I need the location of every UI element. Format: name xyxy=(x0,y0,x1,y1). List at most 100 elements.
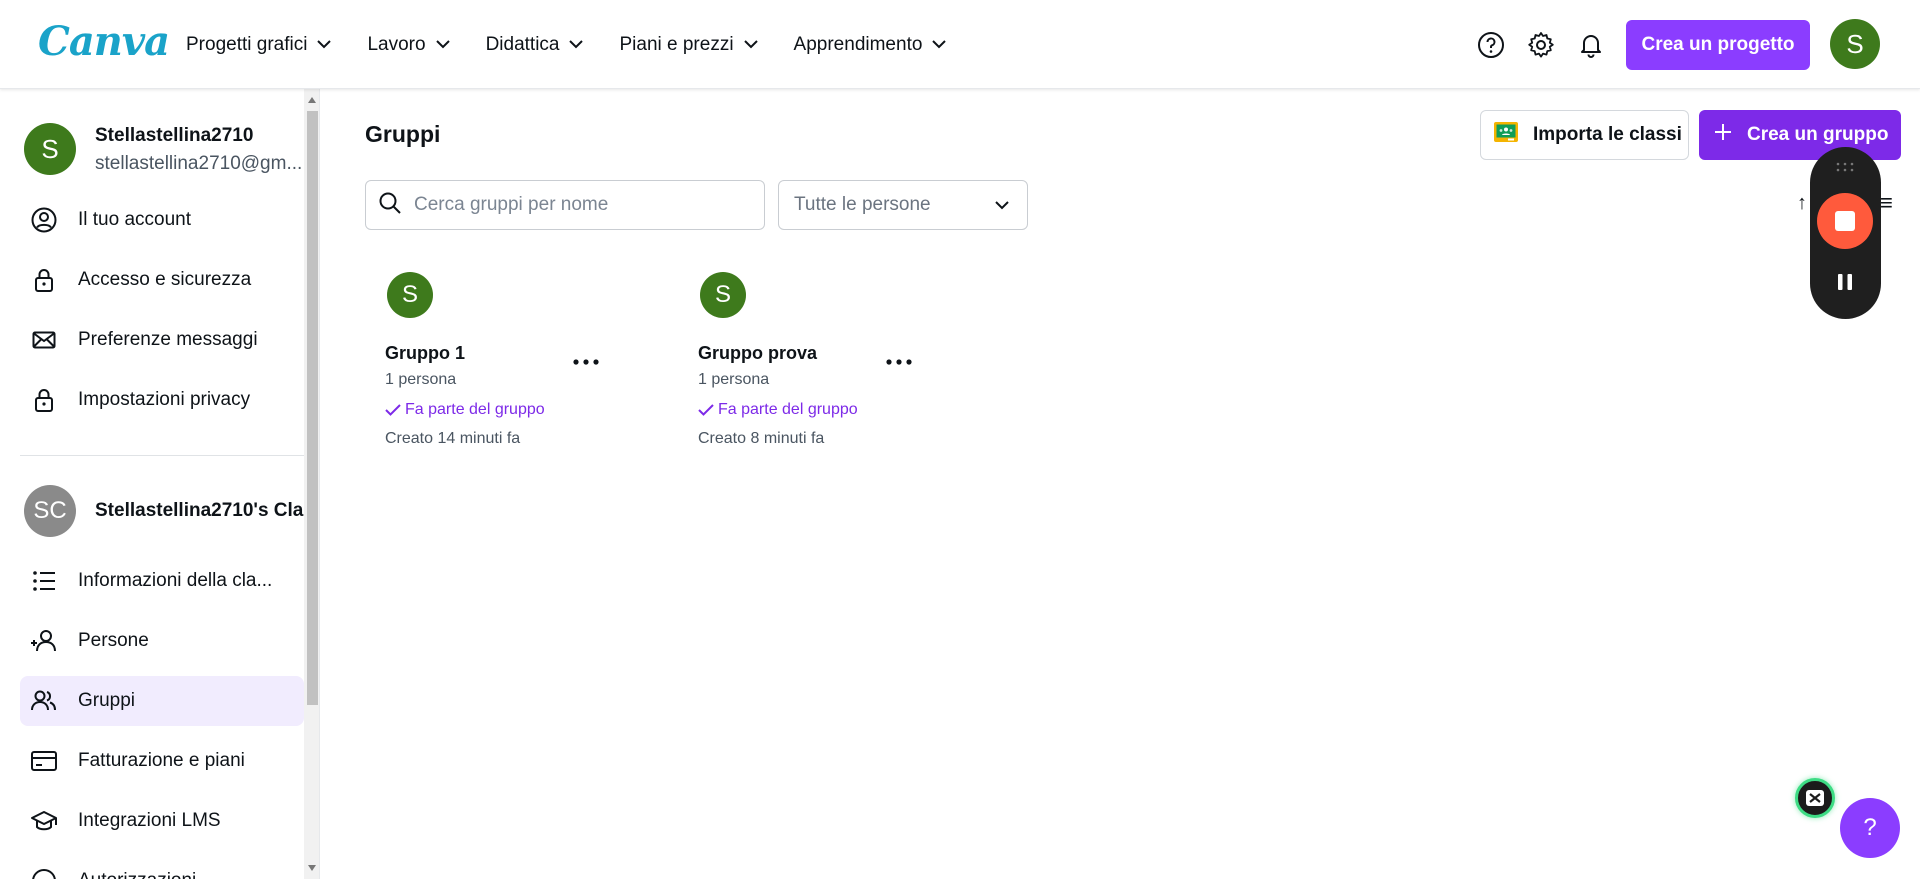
list-icon xyxy=(30,567,58,595)
group-name[interactable]: Gruppo 1 xyxy=(385,343,465,364)
nav-label: Progetti grafici xyxy=(186,33,308,55)
group-created-time: Creato 8 minuti fa xyxy=(698,430,825,447)
group-card[interactable]: S Gruppo 1 1 persona Fa parte del gruppo… xyxy=(365,272,615,462)
sidebar-item-account[interactable]: Il tuo account xyxy=(20,195,304,245)
sidebar-item-label: Fatturazione e piani xyxy=(78,750,245,771)
bell-icon[interactable] xyxy=(1576,30,1606,60)
sidebar-team: SC Stellastellina2710's Cla... xyxy=(24,485,319,537)
chevron-down-icon xyxy=(995,200,1009,209)
key-icon xyxy=(30,867,58,879)
user-name: Stellastellina2710 xyxy=(95,125,254,146)
list-view-icon[interactable]: ≡ xyxy=(1880,190,1893,216)
gear-icon[interactable] xyxy=(1526,30,1556,60)
stop-recording-button[interactable] xyxy=(1817,193,1873,249)
group-name[interactable]: Gruppo prova xyxy=(698,343,817,364)
more-options-icon[interactable] xyxy=(571,352,601,372)
chevron-down-icon xyxy=(317,40,332,49)
sidebar-item-billing[interactable]: Fatturazione e piani xyxy=(20,736,304,786)
sidebar-item-label: Accesso e sicurezza xyxy=(78,269,252,290)
sidebar-item-label: Gruppi xyxy=(78,690,136,711)
create-project-button[interactable]: Crea un progetto xyxy=(1626,20,1810,70)
screen-recorder-widget xyxy=(1810,147,1881,319)
user-email: stellastellina2710@gm... xyxy=(95,153,303,174)
extension-button[interactable] xyxy=(1795,778,1835,818)
google-classroom-icon xyxy=(1493,121,1519,149)
nav-apprendimento[interactable]: Apprendimento xyxy=(794,34,947,56)
chevron-down-icon xyxy=(569,40,584,49)
sidebar-item-people[interactable]: Persone xyxy=(20,616,304,666)
import-classes-label: Importa le classi xyxy=(1533,124,1682,145)
chevron-down-icon xyxy=(743,40,758,49)
group-created-time: Creato 14 minuti fa xyxy=(385,430,521,447)
pause-icon[interactable] xyxy=(1837,273,1853,296)
people-filter-select[interactable]: Tutte le persone xyxy=(778,180,1028,230)
sidebar-user: S Stellastellina2710 stellastellina2710@… xyxy=(24,123,304,179)
team-name: Stellastellina2710's Cla... xyxy=(95,500,320,521)
checkmark-icon xyxy=(385,404,401,416)
sidebar-item-groups[interactable]: Gruppi xyxy=(20,676,304,726)
graduation-cap-icon xyxy=(30,807,58,835)
sidebar-item-security[interactable]: Accesso e sicurezza xyxy=(20,255,304,305)
nav-lavoro[interactable]: Lavoro xyxy=(367,34,450,56)
sidebar-scrollbar[interactable] xyxy=(304,89,319,879)
sidebar-item-label: Preferenze messaggi xyxy=(78,329,258,350)
nav-didattica[interactable]: Didattica xyxy=(486,34,584,56)
drag-handle-icon[interactable] xyxy=(1836,159,1854,177)
envelope-icon xyxy=(30,326,58,354)
nav-piani-e-prezzi[interactable]: Piani e prezzi xyxy=(619,33,758,56)
sidebar-item-label: Informazioni della cla... xyxy=(78,570,273,591)
canva-logo[interactable]: Canva xyxy=(38,18,170,65)
sidebar-item-permissions[interactable]: Autorizzazioni xyxy=(20,856,304,879)
more-options-icon[interactable] xyxy=(884,352,914,372)
stop-icon xyxy=(1835,211,1855,231)
help-button[interactable]: ? xyxy=(1840,798,1900,858)
help-circle-icon[interactable] xyxy=(1476,30,1506,60)
create-group-label: Crea un gruppo xyxy=(1747,124,1889,145)
main-nav: Progetti grafici Lavoro Didattica Piani … xyxy=(186,0,982,89)
nav-label: Apprendimento xyxy=(793,33,923,55)
add-person-icon xyxy=(30,627,58,655)
nav-label: Piani e prezzi xyxy=(619,33,734,55)
sidebar-item-label: Il tuo account xyxy=(78,209,192,230)
filter-selected-value: Tutte le persone xyxy=(794,194,931,215)
chevron-down-icon xyxy=(932,40,947,49)
sidebar-item-label: Integrazioni LMS xyxy=(78,810,221,831)
top-bar: Canva Progetti grafici Lavoro Didattica … xyxy=(0,0,1920,89)
sidebar-item-privacy[interactable]: Impostazioni privacy xyxy=(20,375,304,425)
team-avatar: SC xyxy=(24,485,76,537)
sidebar-item-label: Persone xyxy=(78,630,149,651)
user-circle-icon xyxy=(30,206,58,234)
sidebar-item-class-info[interactable]: Informazioni della cla... xyxy=(20,556,304,606)
membership-label: Fa parte del gruppo xyxy=(718,401,858,418)
scroll-thumb[interactable] xyxy=(307,111,318,705)
lock-icon xyxy=(30,386,58,414)
group-avatar: S xyxy=(387,272,433,318)
create-group-button[interactable]: Crea un gruppo xyxy=(1699,110,1901,160)
search-icon xyxy=(378,191,402,220)
checkmark-icon xyxy=(698,404,714,416)
sort-icon[interactable]: ↑ xyxy=(1797,192,1807,215)
chevron-down-icon xyxy=(435,40,450,49)
nav-progetti-grafici[interactable]: Progetti grafici xyxy=(186,33,332,56)
sidebar-item-lms[interactable]: Integrazioni LMS xyxy=(20,796,304,846)
search-field[interactable] xyxy=(365,180,765,230)
membership-label: Fa parte del gruppo xyxy=(405,401,545,418)
people-icon xyxy=(30,687,58,715)
lock-icon xyxy=(30,266,58,294)
sidebar-item-label: Autorizzazioni xyxy=(78,870,196,879)
group-avatar: S xyxy=(700,272,746,318)
sidebar: S Stellastellina2710 stellastellina2710@… xyxy=(0,89,320,879)
scroll-up-arrow[interactable] xyxy=(308,97,316,103)
search-input[interactable] xyxy=(414,194,734,216)
group-card[interactable]: S Gruppo prova 1 persona Fa parte del gr… xyxy=(678,272,928,462)
scroll-down-arrow[interactable] xyxy=(308,865,316,871)
group-membership-status: Fa parte del gruppo xyxy=(698,401,858,419)
page-title: Gruppi xyxy=(365,121,441,147)
avatar[interactable]: S xyxy=(1830,19,1880,69)
sidebar-item-messages[interactable]: Preferenze messaggi xyxy=(20,315,304,365)
credit-card-icon xyxy=(30,747,58,775)
sidebar-divider xyxy=(20,455,304,456)
group-membership-status: Fa parte del gruppo xyxy=(385,401,545,419)
group-member-count: 1 persona xyxy=(385,371,457,388)
import-classes-button[interactable]: Importa le classi xyxy=(1480,110,1689,160)
